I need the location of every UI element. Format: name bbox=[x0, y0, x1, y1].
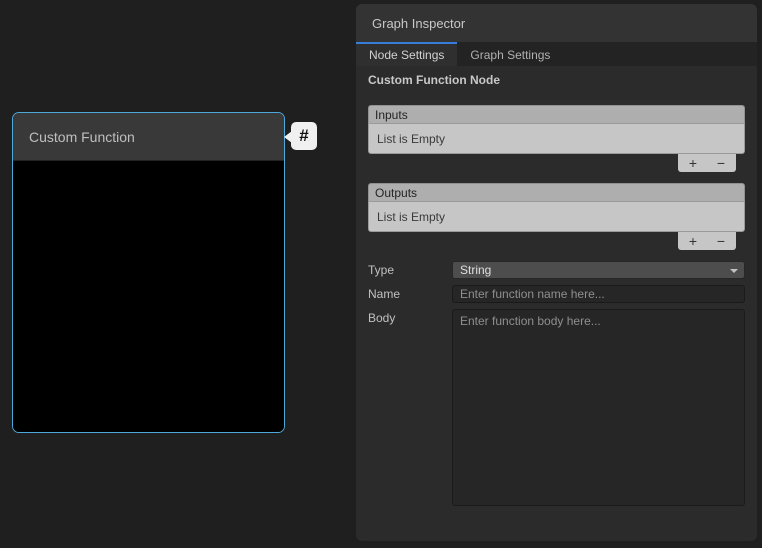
node-hash-badge[interactable]: # bbox=[284, 122, 318, 152]
add-input-button[interactable]: + bbox=[680, 155, 706, 171]
function-name-input[interactable] bbox=[452, 285, 745, 303]
node-preview-body bbox=[13, 161, 284, 433]
remove-output-button[interactable]: − bbox=[708, 233, 734, 249]
name-label: Name bbox=[368, 285, 452, 303]
body-field-row: Body bbox=[368, 309, 745, 509]
outputs-list: Outputs List is Empty + − bbox=[368, 183, 745, 250]
list-empty-label: List is Empty bbox=[377, 210, 445, 224]
tab-label: Graph Settings bbox=[470, 48, 550, 62]
function-body-textarea[interactable] bbox=[452, 309, 745, 506]
inputs-list-footer: + − bbox=[368, 154, 745, 172]
inspector-title: Graph Inspector bbox=[372, 16, 465, 31]
graph-inspector-panel: Graph Inspector Node Settings Graph Sett… bbox=[356, 4, 757, 541]
hash-icon: # bbox=[291, 122, 317, 150]
inspector-tab-bar: Node Settings Graph Settings bbox=[356, 42, 757, 66]
inputs-list-empty-row: List is Empty bbox=[368, 123, 745, 154]
outputs-list-empty-row: List is Empty bbox=[368, 201, 745, 232]
type-dropdown[interactable]: String bbox=[452, 261, 745, 279]
inputs-list-header: Inputs bbox=[368, 105, 745, 123]
tab-graph-settings[interactable]: Graph Settings bbox=[457, 42, 563, 66]
body-label: Body bbox=[368, 309, 452, 509]
type-dropdown-value: String bbox=[460, 263, 491, 277]
tab-label: Node Settings bbox=[369, 48, 444, 62]
section-title: Custom Function Node bbox=[368, 73, 745, 87]
remove-input-button[interactable]: − bbox=[708, 155, 734, 171]
tab-node-settings[interactable]: Node Settings bbox=[356, 42, 457, 66]
type-label: Type bbox=[368, 261, 452, 279]
outputs-list-header-label: Outputs bbox=[375, 186, 417, 200]
name-field-row: Name bbox=[368, 285, 745, 303]
outputs-list-footer-box: + − bbox=[678, 232, 736, 250]
outputs-list-header: Outputs bbox=[368, 183, 745, 201]
custom-function-node[interactable]: Custom Function bbox=[12, 112, 285, 433]
node-title: Custom Function bbox=[29, 129, 135, 145]
node-header[interactable]: Custom Function bbox=[13, 113, 284, 161]
chevron-down-icon bbox=[730, 269, 738, 273]
inputs-list-header-label: Inputs bbox=[375, 108, 408, 122]
outputs-list-footer: + − bbox=[368, 232, 745, 250]
function-fields: Type String Name Body bbox=[368, 261, 745, 509]
inputs-list-footer-box: + − bbox=[678, 154, 736, 172]
inspector-content: Custom Function Node Inputs List is Empt… bbox=[356, 66, 757, 509]
list-empty-label: List is Empty bbox=[377, 132, 445, 146]
inspector-header[interactable]: Graph Inspector bbox=[356, 4, 757, 42]
type-field-row: Type String bbox=[368, 261, 745, 279]
inputs-list: Inputs List is Empty + − bbox=[368, 105, 745, 172]
add-output-button[interactable]: + bbox=[680, 233, 706, 249]
